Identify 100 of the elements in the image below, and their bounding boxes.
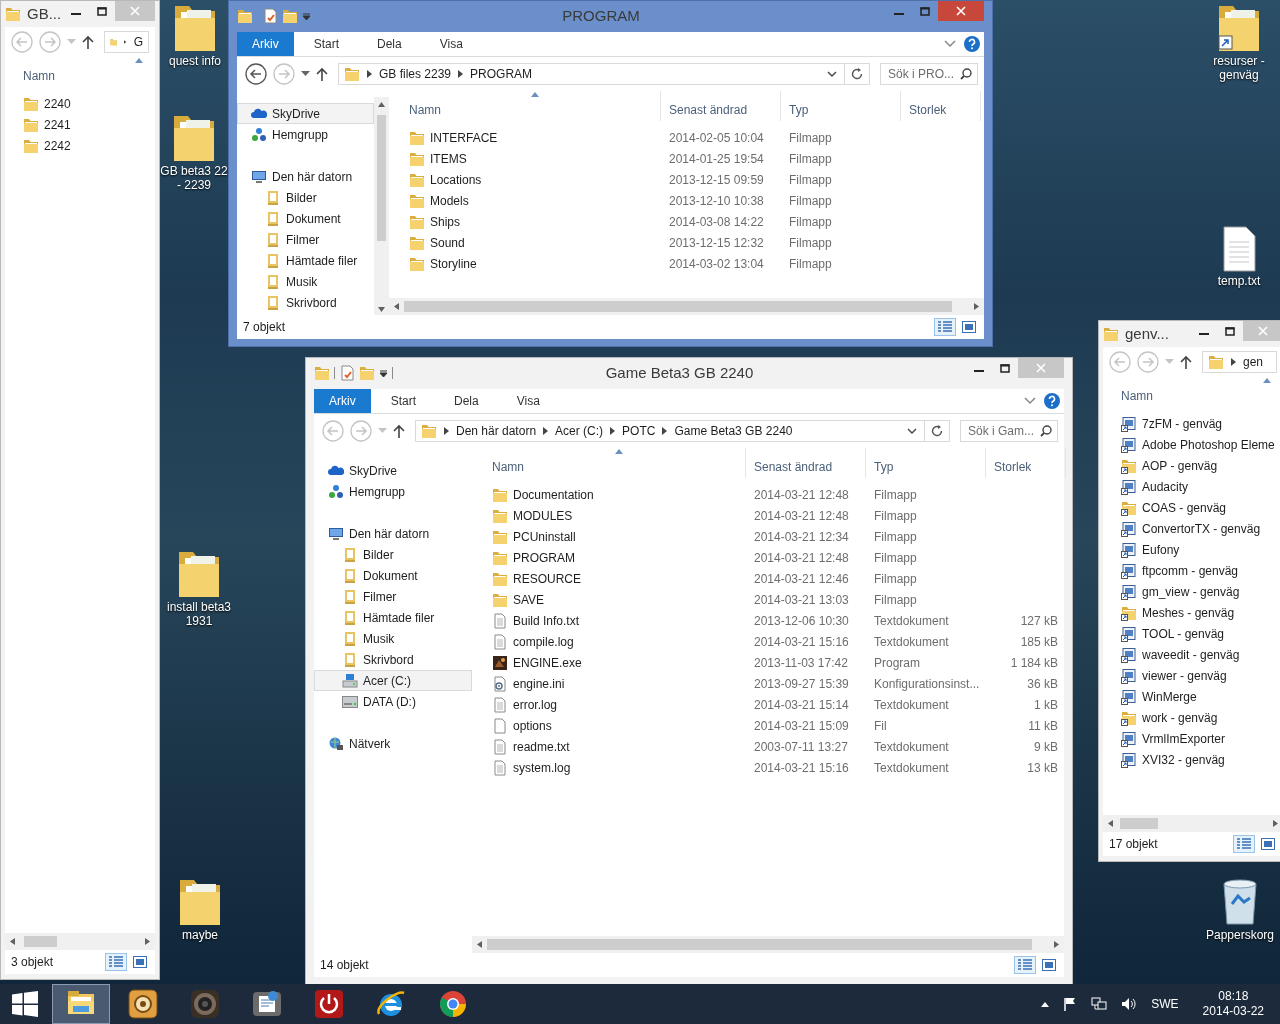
file-name[interactable]: WinMerge (1142, 689, 1197, 704)
file-menu-tab[interactable]: Arkiv (237, 32, 294, 56)
file-name[interactable]: Models (430, 193, 469, 208)
navigation-item[interactable]: Bilder (237, 187, 374, 208)
column-header[interactable]: Senast ändrad (746, 448, 866, 478)
scrollbar-thumb[interactable] (487, 939, 1033, 950)
ribbon-tab[interactable]: Start (370, 389, 434, 413)
back-icon[interactable] (245, 63, 267, 85)
file-name[interactable]: SAVE (513, 592, 545, 607)
file-name[interactable]: RESOURCE (513, 571, 581, 586)
navigation-item[interactable]: SkyDrive (237, 103, 374, 124)
text-file-icon[interactable] (1221, 226, 1257, 272)
navigation-item[interactable]: Dokument (314, 565, 472, 586)
file-name[interactable]: Adobe Photoshop Eleme (1142, 437, 1275, 452)
file-name[interactable]: ENGINE.exe (513, 655, 582, 670)
file-name[interactable]: readme.txt (513, 739, 570, 754)
column-header[interactable]: Storlek (901, 91, 981, 121)
file-name[interactable]: Sound (430, 235, 465, 250)
breadcrumb[interactable]: POTC (622, 424, 656, 438)
navigation-item[interactable]: Acer (C:) (314, 670, 472, 691)
address-bar[interactable]: G (104, 31, 149, 53)
navigation-item[interactable]: Hämtade filer (314, 607, 472, 628)
up-arrow-icon[interactable] (82, 35, 94, 49)
column-header[interactable]: Namn (1113, 377, 1280, 407)
file-name[interactable]: 2242 (44, 138, 71, 153)
search-field[interactable]: Sök i PRO... (880, 63, 978, 85)
breadcrumb[interactable]: PROGRAM (470, 67, 533, 81)
file-name[interactable]: engine.ini (513, 676, 565, 691)
desktop-icon-label[interactable]: GB beta3 22 - 2239 (160, 164, 228, 192)
refresh-button[interactable] (844, 63, 870, 85)
navigation-item[interactable]: Den här datorn (314, 523, 472, 544)
navigation-item[interactable]: Musik (237, 271, 374, 292)
file-name[interactable]: Meshes - genväg (1142, 605, 1235, 620)
scrollbar-thumb[interactable] (404, 301, 953, 312)
vertical-scrollbar[interactable] (374, 97, 389, 315)
volume-icon[interactable] (1121, 997, 1138, 1011)
caret-icon[interactable] (301, 71, 310, 77)
navigation-item[interactable]: Hämtade filer (237, 250, 374, 271)
refresh-button[interactable] (924, 420, 950, 442)
navigation-item[interactable]: SkyDrive (314, 460, 472, 481)
details-view-button[interactable] (934, 318, 956, 336)
breadcrumb[interactable]: Game Beta3 GB 2240 (674, 424, 793, 438)
windows-logo-icon[interactable] (12, 991, 38, 1017)
breadcrumb[interactable]: gen (1243, 355, 1264, 369)
ribbon-tab[interactable]: Dela (357, 32, 420, 56)
file-name[interactable]: Storyline (430, 256, 477, 271)
file-name[interactable]: AOP - genväg (1142, 458, 1218, 473)
maximize-icon[interactable] (1225, 326, 1235, 336)
file-menu-tab[interactable]: Arkiv (314, 389, 371, 413)
file-name[interactable]: work - genväg (1142, 710, 1218, 725)
properties-icon[interactable] (339, 365, 355, 381)
file-name[interactable]: VrmlImExporter (1142, 731, 1225, 746)
file-name[interactable]: gm_view - genväg (1142, 584, 1240, 599)
clock-time[interactable]: 08:18 (1218, 989, 1249, 1004)
language-indicator[interactable]: SWE (1151, 997, 1179, 1011)
desktop-icon-label[interactable]: Papperskorg (1205, 928, 1274, 942)
chevron-down-icon[interactable] (907, 427, 917, 435)
clock-date[interactable]: 2014-03-22 (1202, 1004, 1264, 1019)
maximize-icon[interactable] (97, 6, 107, 16)
address-bar[interactable]: Den här datorn Acer (C:) POTC Game Beta3 GB 2240 (415, 420, 925, 442)
up-arrow-icon[interactable] (377, 100, 386, 109)
ribbon-tab[interactable]: Visa (419, 32, 481, 56)
navigation-item[interactable]: Filmer (237, 229, 374, 250)
desktop-icon-label[interactable]: maybe (182, 928, 218, 942)
file-name[interactable]: ITEMS (430, 151, 467, 166)
new-folder-icon[interactable] (282, 8, 298, 24)
file-name[interactable]: XVI32 - genväg (1142, 752, 1225, 767)
ribbon-tab[interactable]: Visa (496, 389, 558, 413)
file-name[interactable]: Ships (430, 214, 461, 229)
navigation-item[interactable]: Filmer (314, 586, 472, 607)
column-header[interactable]: Storlek (986, 448, 1066, 478)
properties-icon[interactable] (262, 8, 278, 24)
caret-up-icon[interactable] (1041, 1001, 1050, 1007)
left-arrow-icon[interactable] (392, 302, 401, 311)
file-name[interactable]: MODULES (513, 508, 573, 523)
horizontal-scrollbar[interactable] (472, 936, 1064, 953)
file-name[interactable]: Build Info.txt (513, 613, 580, 628)
column-header[interactable]: Typ (781, 91, 901, 121)
navigation-item[interactable]: Musik (314, 628, 472, 649)
left-arrow-icon[interactable] (8, 937, 17, 946)
file-name[interactable]: COAS - genväg (1142, 500, 1227, 515)
navigation-item[interactable]: Skrivbord (237, 292, 374, 313)
help-icon[interactable] (964, 36, 980, 52)
file-name[interactable]: 2240 (44, 96, 71, 111)
network-icon[interactable] (1091, 997, 1108, 1011)
breadcrumb[interactable]: Acer (C:) (555, 424, 604, 438)
desktop-icon-label[interactable]: temp.txt (1217, 274, 1261, 288)
file-name[interactable]: Locations (430, 172, 482, 187)
close-button[interactable] (938, 1, 984, 21)
file-name[interactable]: Audacity (1142, 479, 1189, 494)
file-name[interactable]: error.log (513, 697, 558, 712)
navigation-item[interactable]: Hemgrupp (314, 481, 472, 502)
details-view-button[interactable] (1233, 835, 1255, 853)
address-bar[interactable]: gen (1202, 351, 1277, 373)
column-header[interactable]: Namn (15, 57, 155, 87)
file-name[interactable]: INTERFACE (430, 130, 498, 145)
file-name[interactable]: 2241 (44, 117, 71, 132)
column-header[interactable]: Namn (401, 91, 661, 121)
desktop-icon-label[interactable]: install beta3 1931 (166, 600, 231, 628)
right-arrow-icon[interactable] (1052, 940, 1061, 949)
